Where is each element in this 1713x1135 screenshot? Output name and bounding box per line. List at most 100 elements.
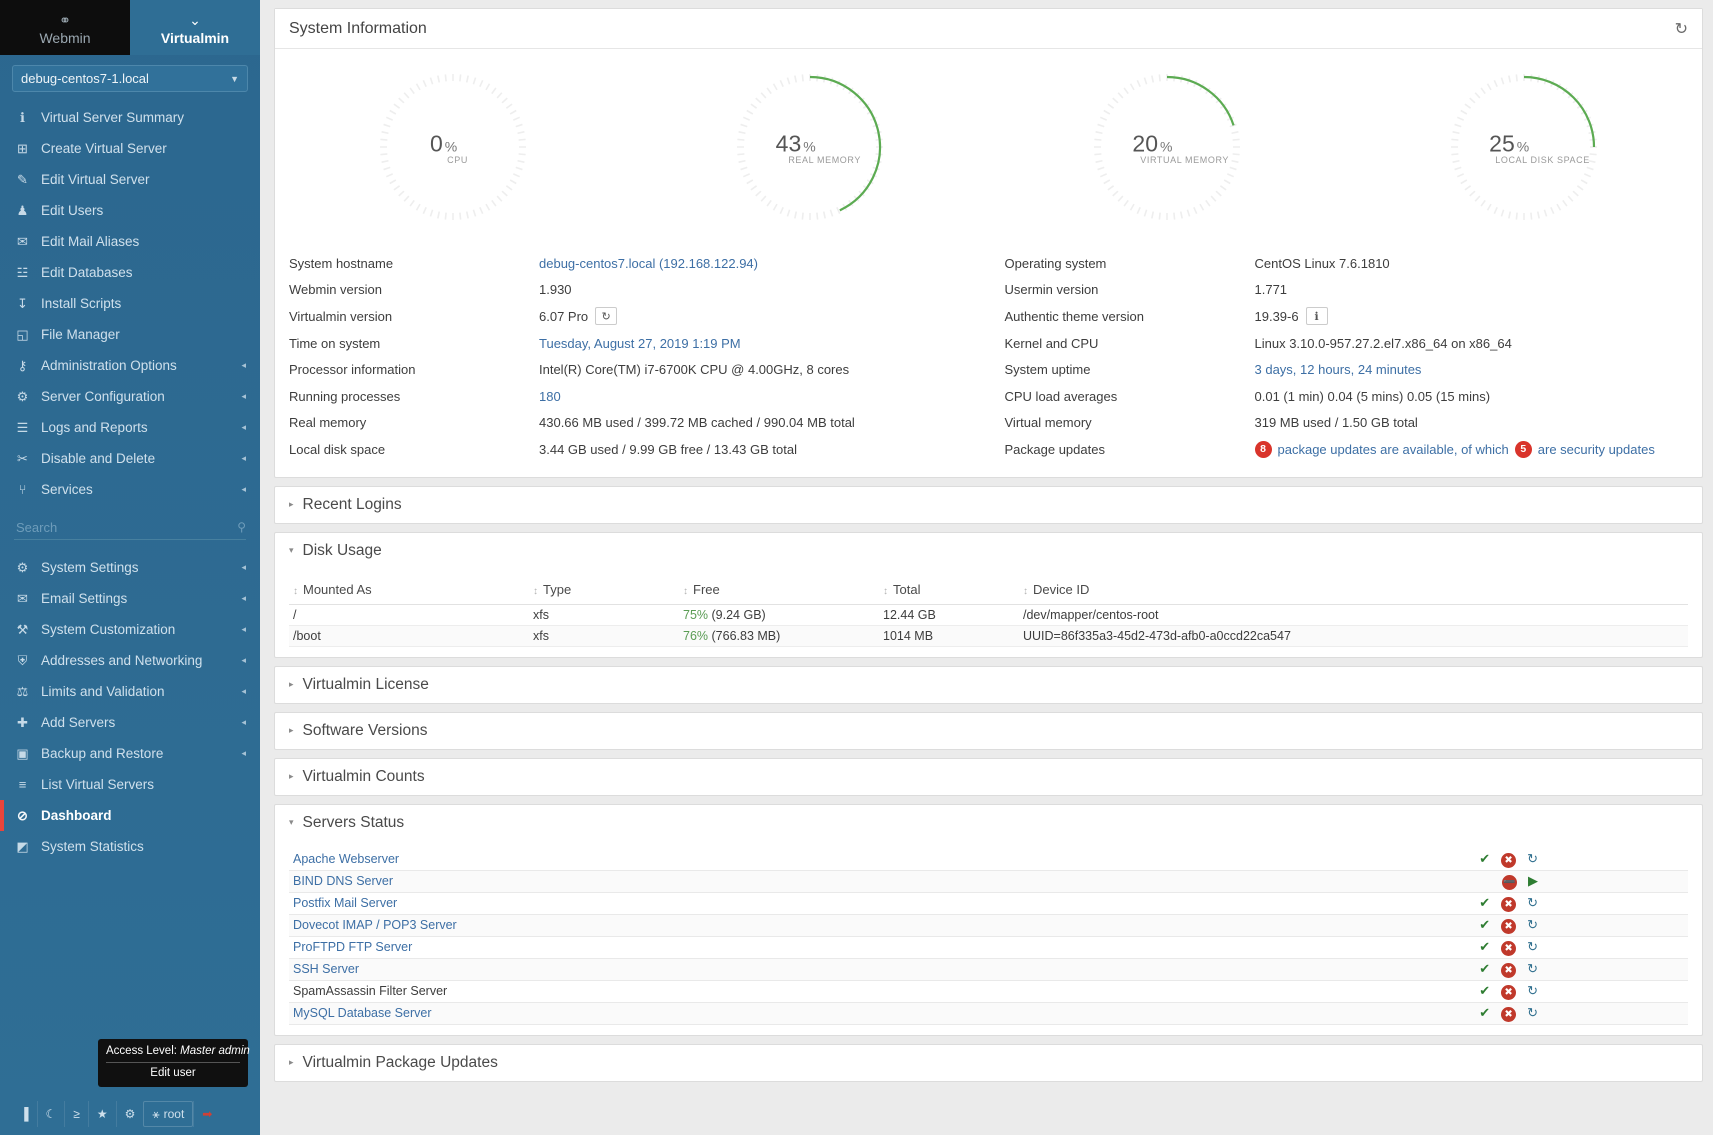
restart-icon[interactable]: ↻ [1527,917,1538,933]
toolbar-theme-config[interactable]: ⚙ [115,1101,144,1127]
disabled-icon[interactable]: ➖ [1502,874,1517,890]
virtualmin-license-toggle[interactable]: ▸ Virtualmin License [275,667,1702,703]
server-name-link[interactable]: MySQL Database Server [293,1006,431,1020]
info-value[interactable]: Tuesday, August 27, 2019 1:19 PM [539,336,741,351]
table-row: SSH Server ✔ ✖ ↻ [289,958,1688,981]
check-icon[interactable]: ✔ [1479,983,1490,999]
info-key: Time on system [289,335,381,351]
security-updates-link[interactable]: are security updates [1538,442,1655,457]
toolbar-night-mode[interactable]: ☾ [36,1101,65,1127]
disk-col-device-id[interactable]: ↕ Device ID [1019,576,1688,605]
stop-icon[interactable]: ✖ [1501,918,1517,934]
servers-status-toggle[interactable]: ▾ Servers Status [275,805,1702,841]
restart-icon[interactable]: ↻ [1527,851,1538,867]
sidebar-item-install-scripts[interactable]: ↧ Install Scripts [0,288,260,319]
package-updates-link[interactable]: package updates are available, of which [1278,442,1509,457]
toolbar-collapse-sidebar[interactable]: ▐ [12,1101,37,1127]
chevron-down-icon: ⌄ [189,12,201,28]
disk-col-type[interactable]: ↕ Type [529,576,679,605]
sidebar-item-edit-mail-aliases[interactable]: ✉ Edit Mail Aliases [0,226,260,257]
disk-col-mounted-as[interactable]: ↕ Mounted As [289,576,529,605]
sidebar-item-edit-virtual-server[interactable]: ✎ Edit Virtual Server [0,164,260,195]
host-select-value: debug-centos7-1.local [21,71,149,86]
sidebar-item-file-manager[interactable]: ◱ File Manager [0,319,260,350]
table-row: BIND DNS Server ➖ ▶ [289,870,1688,893]
stop-icon[interactable]: ✖ [1501,962,1517,978]
stop-icon[interactable]: ✖ [1501,896,1517,912]
disk-col-free[interactable]: ↕ Free [679,576,879,605]
sidebar-search[interactable]: ⚲ [14,515,246,540]
restart-icon[interactable]: ↻ [1527,939,1538,955]
stop-icon[interactable]: ✖ [1501,1006,1517,1022]
search-input[interactable] [14,518,238,536]
sidebar-item-email-settings[interactable]: ✉ Email Settings ◂ [0,583,260,614]
system-info-grid: System hostname debug-centos7.local (192.… [275,244,1702,477]
stop-icon[interactable]: ✖ [1501,984,1517,1000]
check-icon[interactable]: ✔ [1479,917,1490,933]
refresh-icon[interactable]: ↻ [595,307,618,326]
info-value[interactable]: 3 days, 12 hours, 24 minutes [1255,362,1422,377]
sidebar-item-label: Edit Virtual Server [41,172,150,187]
sidebar-item-backup-and-restore[interactable]: ▣ Backup and Restore ◂ [0,738,260,769]
sidebar-item-system-customization[interactable]: ⚒ System Customization ◂ [0,614,260,645]
restart-icon[interactable]: ↻ [1527,895,1538,911]
sidebar-item-edit-users[interactable]: ♟ Edit Users [0,195,260,226]
check-icon[interactable]: ✔ [1479,851,1490,867]
toolbar-terminal[interactable]: ≥ [64,1101,88,1127]
brand-tab-webmin[interactable]: ⚭ Webmin [0,0,130,55]
gauge-label: VIRTUAL MEMORY [1140,154,1229,165]
toolbar-favorites-star[interactable]: ★ [87,1101,116,1127]
server-name-link[interactable]: BIND DNS Server [293,874,393,888]
host-select[interactable]: debug-centos7-1.local ▼ [12,65,248,92]
disk-usage-title: Disk Usage [302,541,382,559]
sidebar-item-edit-databases[interactable]: ☳ Edit Databases [0,257,260,288]
restart-icon[interactable]: ↻ [1527,1005,1538,1021]
stop-icon[interactable]: ✖ [1501,940,1517,956]
page-title: System Information [289,19,427,37]
sidebar-item-add-servers[interactable]: ✚ Add Servers ◂ [0,707,260,738]
toolbar-logout[interactable]: ➡ [193,1101,220,1127]
info-value[interactable]: 180 [539,389,561,404]
virtualmin-package-updates-toggle[interactable]: ▸ Virtualmin Package Updates [275,1045,1702,1081]
brand-tab-virtualmin[interactable]: ⌄ Virtualmin [130,0,260,55]
sidebar-item-administration-options[interactable]: ⚷ Administration Options ◂ [0,350,260,381]
info-icon[interactable]: ℹ [1305,307,1328,326]
sidebar-item-virtual-server-summary[interactable]: ℹ Virtual Server Summary [0,102,260,133]
restart-icon[interactable]: ↻ [1527,961,1538,977]
sidebar-item-server-configuration[interactable]: ⚙ Server Configuration ◂ [0,381,260,412]
start-icon[interactable]: ▶ [1528,873,1538,889]
refresh-icon[interactable]: ↻ [1675,19,1688,39]
virtualmin-counts-toggle[interactable]: ▸ Virtualmin Counts [275,759,1702,795]
check-icon[interactable]: ✔ [1479,939,1490,955]
check-icon[interactable]: ✔ [1479,895,1490,911]
stop-icon[interactable]: ✖ [1501,852,1517,868]
server-name-link[interactable]: Dovecot IMAP / POP3 Server [293,918,457,932]
server-actions-cell: ✔ ✖ ↻ [1464,958,1688,981]
server-name-link[interactable]: Apache Webserver [293,852,399,866]
sidebar-item-addresses-and-networking[interactable]: ⛨ Addresses and Networking ◂ [0,645,260,676]
disk-usage-toggle[interactable]: ▾ Disk Usage [275,533,1702,569]
server-name-link[interactable]: ProFTPD FTP Server [293,940,412,954]
sidebar-item-disable-and-delete[interactable]: ✂ Disable and Delete ◂ [0,443,260,474]
chart-icon: ◩ [16,838,29,854]
virtualmin-license-title: Virtualmin License [302,675,429,693]
sidebar-item-list-virtual-servers[interactable]: ≡ List Virtual Servers [0,769,260,800]
sidebar-item-system-settings[interactable]: ⚙ System Settings ◂ [0,552,260,583]
toolbar-user[interactable]: ⚹ root [143,1101,194,1127]
sidebar-item-logs-and-reports[interactable]: ☰ Logs and Reports ◂ [0,412,260,443]
sidebar-item-system-statistics[interactable]: ◩ System Statistics [0,831,260,862]
sidebar-item-create-virtual-server[interactable]: ⊞ Create Virtual Server [0,133,260,164]
info-row-virtual-memory: Virtual memory 319 MB used / 1.50 GB tota… [1005,410,1703,437]
sidebar-item-services[interactable]: ⑂ Services ◂ [0,474,260,505]
sidebar-item-dashboard[interactable]: ⊘ Dashboard [0,800,260,831]
check-icon[interactable]: ✔ [1479,1005,1490,1021]
info-value[interactable]: debug-centos7.local (192.168.122.94) [539,256,758,271]
server-name-link[interactable]: Postfix Mail Server [293,896,397,910]
sidebar-item-limits-and-validation[interactable]: ⚖ Limits and Validation ◂ [0,676,260,707]
disk-col-total[interactable]: ↕ Total [879,576,1019,605]
recent-logins-toggle[interactable]: ▸ Recent Logins [275,487,1702,523]
restart-icon[interactable]: ↻ [1527,983,1538,999]
check-icon[interactable]: ✔ [1479,961,1490,977]
software-versions-toggle[interactable]: ▸ Software Versions [275,713,1702,749]
server-name-link[interactable]: SSH Server [293,962,359,976]
